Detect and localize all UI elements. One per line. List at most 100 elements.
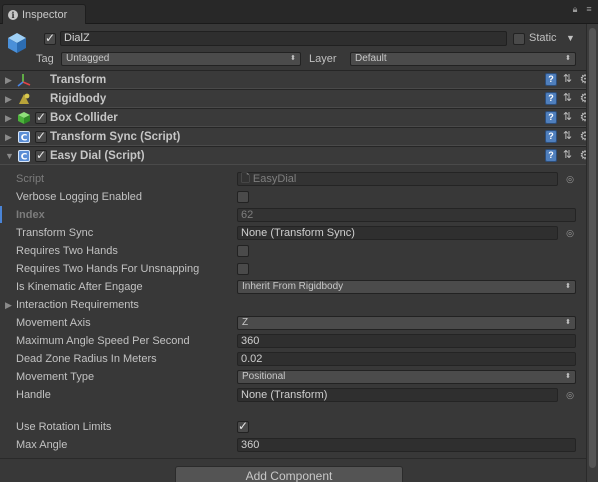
component-header-box-collider[interactable]: ▶ Box Collider ? ⇅ ⚙: [0, 108, 598, 127]
lock-icon[interactable]: 🔒︎: [570, 4, 580, 14]
property-label: Handle: [16, 389, 51, 401]
property-is-kinematic: Is Kinematic After Engage Inherit From R…: [0, 278, 598, 296]
presets-icon[interactable]: ⇅: [561, 130, 574, 143]
add-component-button[interactable]: Add Component: [175, 466, 403, 482]
property-label: Max Angle: [16, 439, 68, 451]
svg-text:C: C: [21, 134, 28, 144]
component-actions: ? ⇅ ⚙: [545, 130, 592, 143]
script-icon: C: [18, 150, 30, 163]
dropdown-value: Z: [242, 317, 249, 328]
max-angle-field[interactable]: 360: [237, 438, 576, 452]
transform-axes-icon: [17, 74, 31, 87]
presets-icon[interactable]: ⇅: [561, 149, 574, 162]
component-actions: ? ⇅ ⚙: [545, 92, 592, 105]
script-value: EasyDial: [252, 173, 297, 185]
property-interaction-requirements[interactable]: ▶ Interaction Requirements: [0, 296, 598, 314]
tab-label: Inspector: [22, 8, 68, 21]
static-dropdown-arrow[interactable]: ▼: [566, 31, 575, 46]
dropdown-value: Inherit From Rigidbody: [242, 281, 344, 292]
property-label: Is Kinematic After Engage: [16, 281, 143, 293]
menu-icon[interactable]: ≡: [584, 4, 594, 14]
property-max-angle: Max Angle 360: [0, 436, 598, 454]
verbose-logging-checkbox[interactable]: [237, 191, 249, 203]
foldout-collapsed-icon[interactable]: ▶: [5, 112, 12, 124]
object-picker-icon[interactable]: ◎: [565, 172, 575, 186]
requires-two-hands-unsnap-checkbox[interactable]: [237, 263, 249, 275]
foldout-collapsed-icon[interactable]: ▶: [5, 298, 12, 312]
property-requires-two-hands: Requires Two Hands: [0, 242, 598, 260]
script-icon: C: [18, 131, 30, 144]
active-checkbox[interactable]: [44, 31, 56, 45]
property-max-angle-speed: Maximum Angle Speed Per Second 360: [0, 332, 598, 350]
foldout-collapsed-icon[interactable]: ▶: [5, 131, 12, 143]
component-actions: ? ⇅ ⚙: [545, 149, 592, 162]
transform-sync-field[interactable]: None (Transform Sync): [237, 226, 558, 240]
component-title: Box Collider: [50, 112, 118, 124]
object-picker-icon[interactable]: ◎: [565, 226, 575, 240]
requires-two-hands-checkbox[interactable]: [237, 245, 249, 257]
dropdown-value: Positional: [242, 371, 286, 382]
component-header-transform[interactable]: ▶ Transform ? ⇅ ⚙: [0, 70, 598, 89]
component-header-easy-dial[interactable]: ▼ C Easy Dial (Script) ? ⇅ ⚙: [0, 146, 598, 165]
component-header-rigidbody[interactable]: ▶ Rigidbody ? ⇅ ⚙: [0, 89, 598, 108]
presets-icon[interactable]: ⇅: [561, 111, 574, 124]
component-actions: ? ⇅ ⚙: [545, 73, 592, 86]
updown-icon: ⬍: [565, 319, 571, 326]
property-script: Script 🗋︎ EasyDial ◎: [0, 170, 598, 188]
foldout-expanded-icon[interactable]: ▼: [5, 150, 14, 162]
component-enabled-checkbox[interactable]: [35, 129, 47, 143]
handle-field[interactable]: None (Transform): [237, 388, 558, 402]
property-index: Index 62: [0, 206, 598, 224]
layer-dropdown[interactable]: Default ⬍: [350, 52, 576, 66]
component-enabled-checkbox[interactable]: [35, 148, 47, 162]
max-angle-speed-field[interactable]: 360: [237, 334, 576, 348]
movement-axis-dropdown[interactable]: Z ⬍: [237, 316, 576, 330]
object-name-input[interactable]: DialZ: [60, 31, 507, 46]
dead-zone-field[interactable]: 0.02: [237, 352, 576, 366]
rigidbody-icon: [19, 93, 30, 104]
property-label: Verbose Logging Enabled: [16, 191, 142, 203]
component-enabled-checkbox[interactable]: [35, 110, 47, 124]
property-requires-two-hands-unsnap: Requires Two Hands For Unsnapping: [0, 260, 598, 278]
property-label: Movement Axis: [16, 317, 91, 329]
tab-inspector[interactable]: i Inspector: [2, 4, 86, 24]
property-label: Use Rotation Limits: [16, 421, 112, 433]
property-handle: Handle None (Transform) ◎: [0, 386, 598, 404]
index-field[interactable]: 62: [237, 208, 576, 222]
help-icon[interactable]: ?: [545, 92, 557, 105]
updown-icon: ⬍: [565, 373, 571, 380]
movement-type-dropdown[interactable]: Positional ⬍: [237, 370, 576, 384]
script-field[interactable]: 🗋︎ EasyDial: [237, 172, 558, 186]
updown-icon: ⬍: [565, 283, 571, 290]
help-icon[interactable]: ?: [545, 111, 557, 124]
foldout-collapsed-icon[interactable]: ▶: [5, 93, 12, 105]
property-label: Index: [16, 209, 45, 221]
static-checkbox[interactable]: [513, 33, 525, 45]
property-label: Movement Type: [16, 371, 95, 383]
tag-label: Tag: [36, 53, 54, 65]
svg-text:C: C: [21, 153, 28, 163]
scrollbar-thumb[interactable]: [589, 28, 596, 468]
help-icon[interactable]: ?: [545, 130, 557, 143]
vertical-scrollbar[interactable]: [586, 24, 598, 482]
component-title: Rigidbody: [50, 93, 107, 105]
property-label: Script: [16, 173, 45, 185]
foldout-collapsed-icon[interactable]: ▶: [5, 74, 12, 86]
help-icon[interactable]: ?: [545, 73, 557, 86]
cube-icon: [8, 33, 26, 53]
property-movement-axis: Movement Axis Z ⬍: [0, 314, 598, 332]
property-label: Interaction Requirements: [16, 299, 139, 311]
use-rotation-limits-checkbox[interactable]: [237, 419, 249, 433]
script-file-icon: 🗋︎: [241, 173, 250, 185]
is-kinematic-dropdown[interactable]: Inherit From Rigidbody ⬍: [237, 280, 576, 294]
property-label: Requires Two Hands: [16, 245, 118, 257]
tag-dropdown[interactable]: Untagged ⬍: [61, 52, 301, 66]
updown-icon: ⬍: [290, 55, 296, 62]
object-picker-icon[interactable]: ◎: [565, 388, 575, 402]
presets-icon[interactable]: ⇅: [561, 92, 574, 105]
help-icon[interactable]: ?: [545, 149, 557, 162]
inspector-window: i Inspector 🔒︎ ≡ DialZ Static ▼ Tag Unta…: [0, 0, 598, 482]
component-title: Transform Sync (Script): [50, 131, 181, 143]
component-header-transform-sync[interactable]: ▶ C Transform Sync (Script) ? ⇅ ⚙: [0, 127, 598, 146]
presets-icon[interactable]: ⇅: [561, 73, 574, 86]
